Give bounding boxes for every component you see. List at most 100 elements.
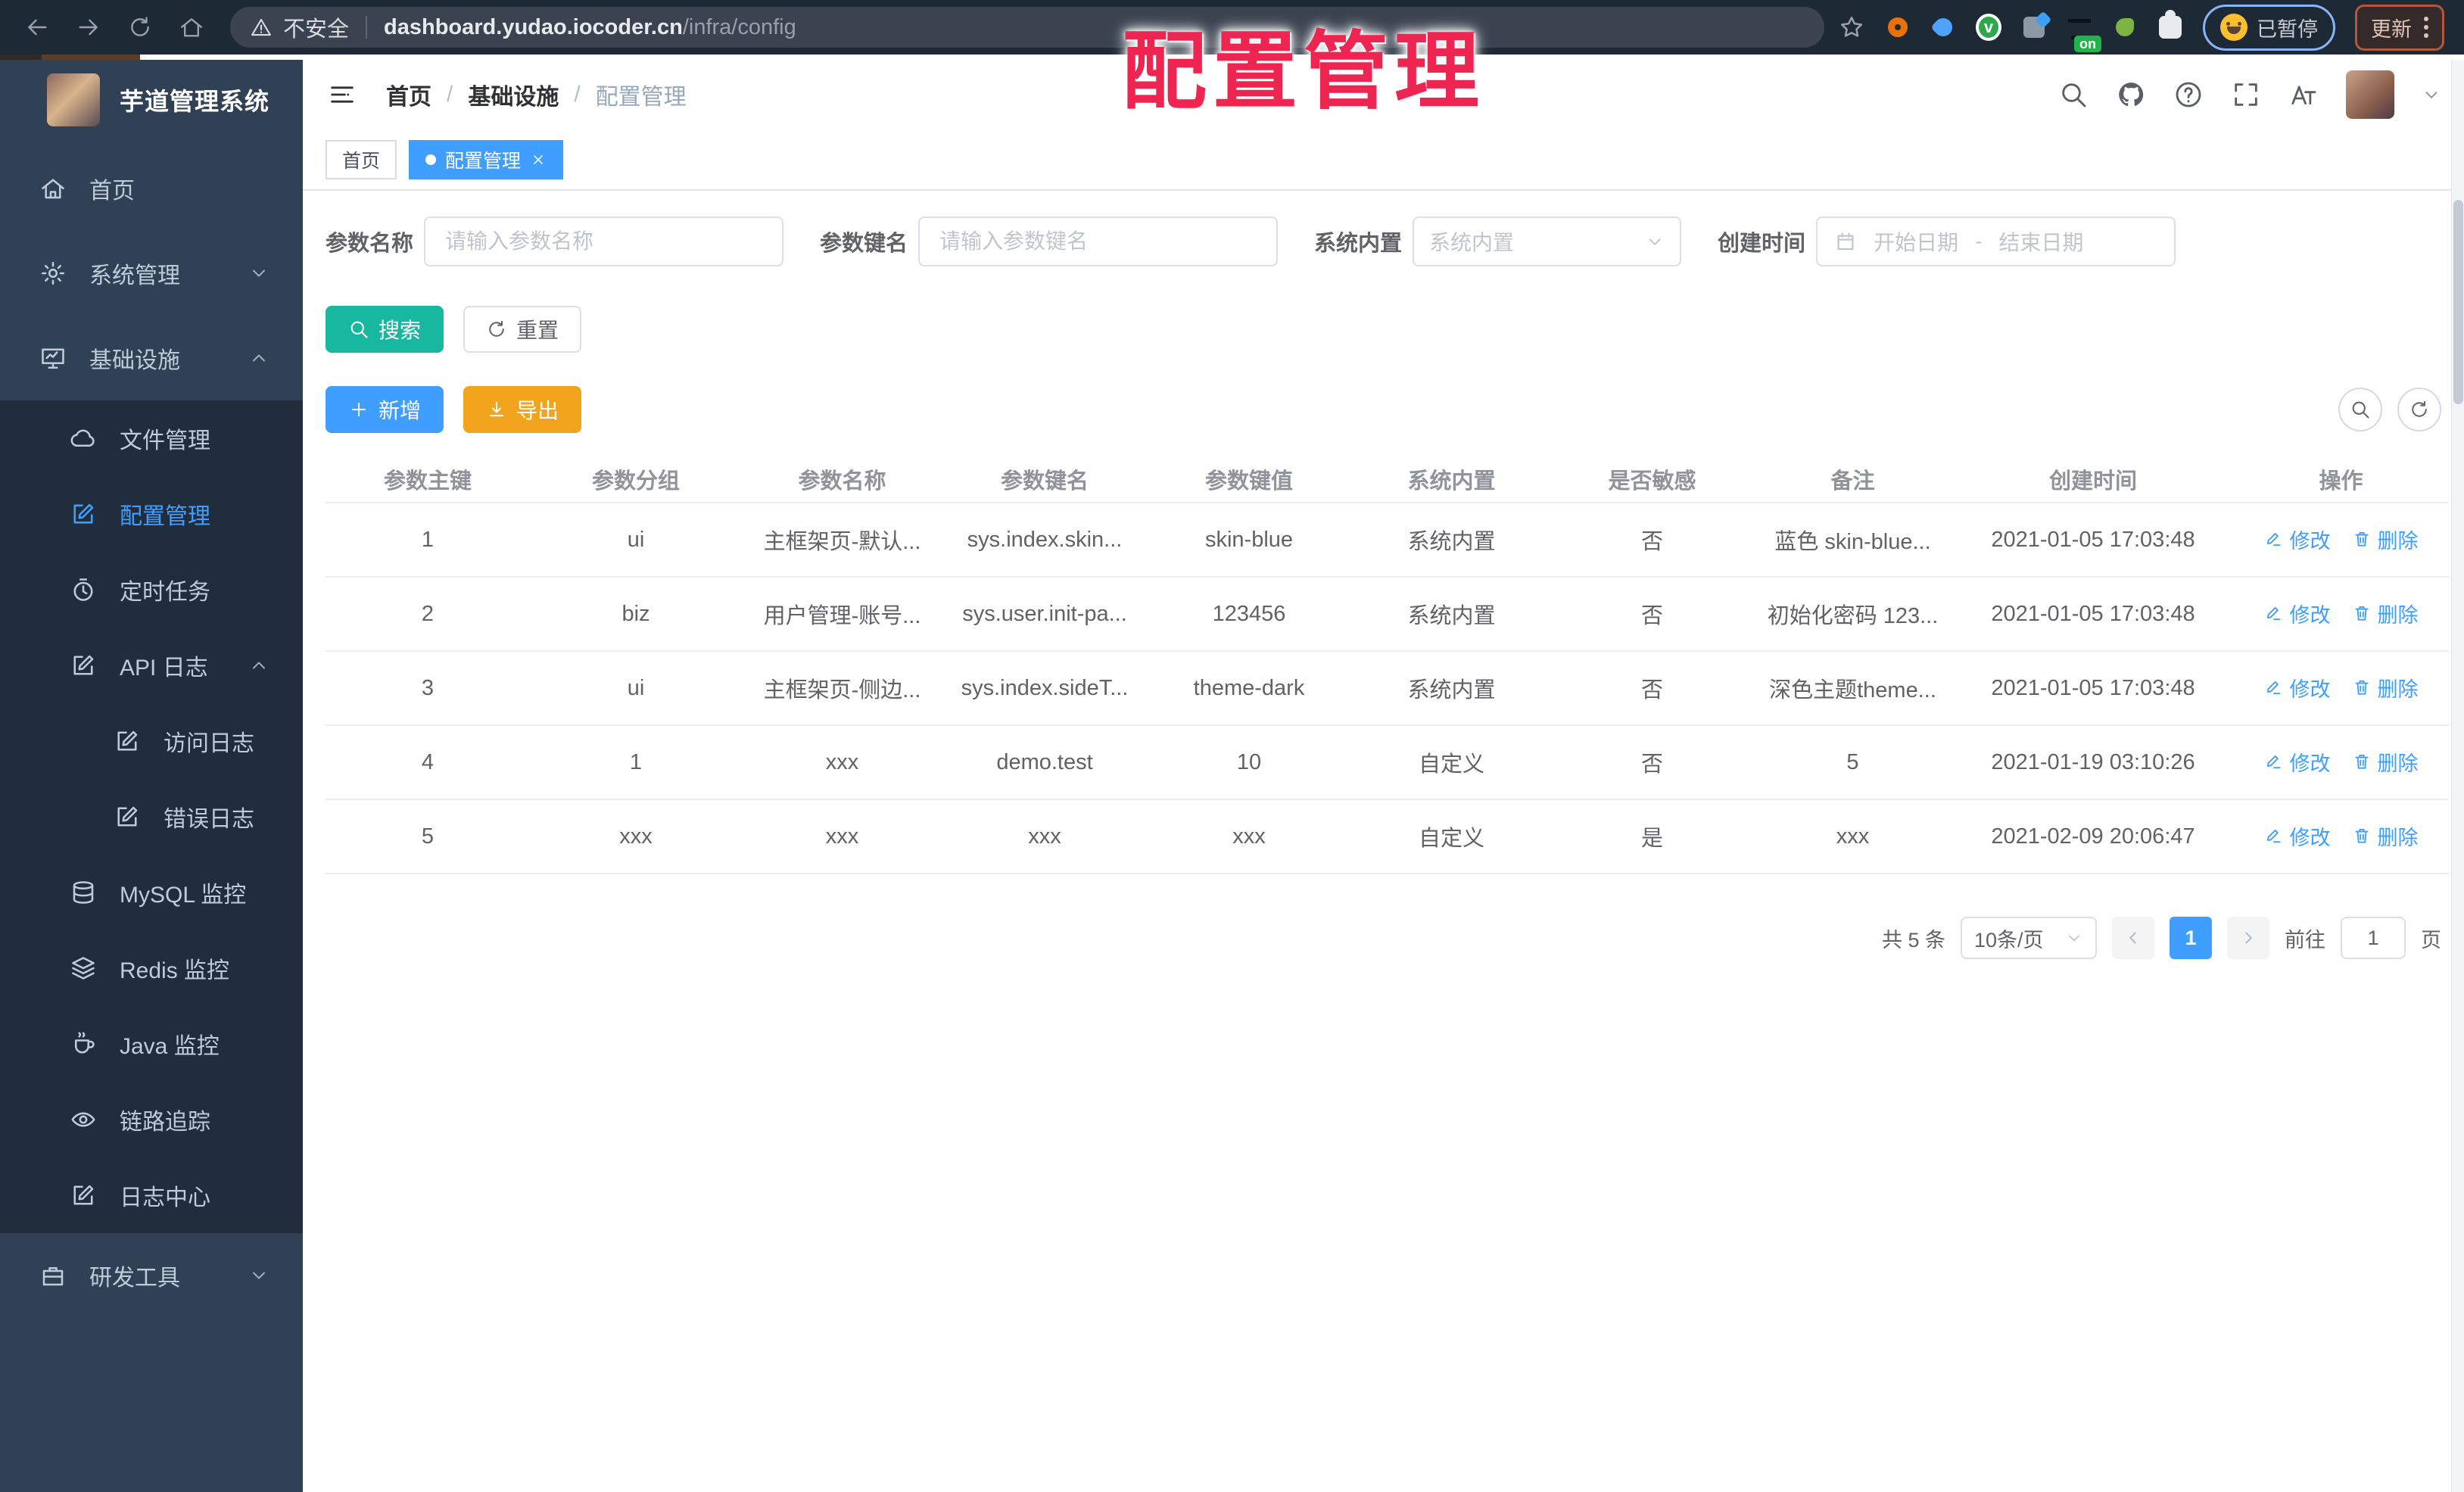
current-page-button[interactable]: 1 [2170, 917, 2212, 959]
page-size-select[interactable]: 10条/页 [1961, 917, 2097, 959]
table-cell: 1 [326, 503, 530, 578]
extension-puzzle-icon[interactable] [2157, 10, 2183, 40]
forward-icon [79, 19, 98, 36]
github-icon[interactable] [2116, 79, 2146, 110]
prev-page-button[interactable] [2112, 917, 2154, 959]
close-icon[interactable] [530, 151, 547, 168]
extension-on-badge-icon[interactable]: on [2067, 14, 2101, 52]
breadcrumb-item[interactable]: 基础设施 [468, 78, 559, 111]
row-delete-button[interactable]: 删除 [2352, 525, 2419, 554]
pagination: 共 5 条 10条/页 1 前往 页 [326, 917, 2441, 989]
sidebar-item-dev-tool[interactable]: 研发工具 [0, 1233, 303, 1318]
goto-page-input[interactable] [2341, 917, 2406, 959]
table-cell: 否 [1552, 651, 1752, 726]
sidebar-collapse-button[interactable] [326, 78, 359, 111]
reset-button[interactable]: 重置 [463, 306, 582, 353]
column-header: 操作 [2233, 456, 2449, 503]
date-start-placeholder: 开始日期 [1874, 231, 1959, 254]
tab-config[interactable]: 配置管理 [409, 139, 564, 179]
sidebar-item-mysql[interactable]: MySQL 监控 [0, 855, 303, 930]
calendar-icon [1837, 232, 1854, 251]
next-page-button[interactable] [2227, 917, 2269, 959]
sidebar-item-job[interactable]: 定时任务 [0, 552, 303, 628]
forward-button[interactable] [71, 10, 106, 45]
sidebar-item-error-log[interactable]: 错误日志 [0, 779, 303, 855]
sidebar-item-java[interactable]: Java 监控 [0, 1006, 303, 1082]
add-button[interactable]: 新增 [326, 386, 444, 433]
extension-pin-icon[interactable] [1930, 14, 1956, 40]
column-header: 参数键名 [942, 456, 1147, 503]
date-range-picker[interactable]: 开始日期 - 结束日期 [1816, 216, 2176, 266]
sidebar-item-home[interactable]: 首页 [0, 146, 303, 231]
user-avatar[interactable] [2346, 70, 2394, 119]
table-cell: 是 [1552, 799, 1752, 874]
export-button[interactable]: 导出 [463, 386, 582, 433]
sidebar-item-config[interactable]: 配置管理 [0, 476, 303, 552]
scrollbar-thumb[interactable] [2453, 200, 2463, 404]
extension-sprout-icon[interactable] [2112, 14, 2138, 40]
back-button[interactable] [20, 10, 55, 45]
sidebar-item-api-log[interactable]: API 日志 [0, 628, 303, 703]
sidebar-item-access-log[interactable]: 访问日志 [0, 703, 303, 779]
extension-orange-icon[interactable] [1885, 14, 1911, 40]
extension-bluegray-icon[interactable] [2021, 14, 2047, 40]
edit-label: 修改 [2289, 529, 2331, 553]
row-delete-button[interactable]: 删除 [2352, 747, 2419, 777]
row-edit-button[interactable]: 修改 [2264, 673, 2331, 702]
bookmark-star-icon[interactable] [1838, 14, 1865, 41]
paused-badge[interactable]: 已暂停 [2203, 4, 2335, 51]
sidebar-item-infra[interactable]: 基础设施 [0, 316, 303, 400]
chevron-down-icon[interactable] [2422, 85, 2441, 104]
row-edit-button[interactable]: 修改 [2264, 525, 2331, 554]
param-name-input[interactable] [424, 216, 784, 266]
param-key-input[interactable] [918, 216, 1279, 266]
help-icon[interactable] [2173, 79, 2204, 110]
refresh-table-button[interactable] [2397, 388, 2441, 431]
sidebar-item-system[interactable]: 系统管理 [0, 231, 303, 316]
row-edit-button[interactable]: 修改 [2264, 821, 2331, 851]
toggle-search-button[interactable] [2338, 388, 2382, 431]
sidebar-item-file[interactable]: 文件管理 [0, 400, 303, 476]
refresh-icon [489, 320, 504, 337]
date-separator: - [1975, 229, 1983, 253]
annotation-title: 配置管理 [1122, 24, 1485, 119]
home-button[interactable] [174, 10, 209, 45]
extension-green-check-icon[interactable]: v [1976, 14, 2001, 41]
case-icon [42, 1266, 64, 1286]
tab-home[interactable]: 首页 [326, 139, 397, 179]
edit-icon [2266, 830, 2281, 843]
table-cell: 2021-01-05 17:03:48 [1953, 651, 2233, 726]
row-delete-button[interactable]: 删除 [2352, 821, 2419, 851]
row-delete-button[interactable]: 删除 [2352, 599, 2419, 628]
search-button[interactable]: 搜索 [326, 306, 444, 353]
breadcrumb: 首页 / 基础设施 / 配置管理 [386, 78, 687, 111]
param-key-label: 参数键名 [820, 232, 908, 256]
page-scrollbar[interactable] [2451, 60, 2464, 1492]
fullscreen-icon[interactable] [2231, 79, 2261, 110]
font-size-icon[interactable] [2288, 79, 2319, 110]
row-delete-button[interactable]: 删除 [2352, 673, 2419, 702]
table-cell: xxx [942, 799, 1147, 874]
sidebar-item-redis[interactable]: Redis 监控 [0, 930, 303, 1006]
security-label: 不安全 [283, 17, 350, 42]
table-actions-cell: 修改 删除 [2233, 651, 2449, 726]
system-type-select[interactable]: 系统内置 [1413, 216, 1682, 266]
search-icon[interactable] [2058, 79, 2089, 110]
filter-type-group: 系统内置 系统内置 [1314, 216, 1682, 266]
goto-label: 前往 [2285, 928, 2325, 952]
address-divider [366, 16, 368, 39]
row-edit-button[interactable]: 修改 [2264, 599, 2331, 628]
breadcrumb-item[interactable]: 首页 [386, 78, 431, 111]
table-cell: 10 [1147, 725, 1351, 800]
row-edit-button[interactable]: 修改 [2264, 747, 2331, 777]
param-name-label: 参数名称 [326, 232, 414, 256]
monitor-icon [42, 348, 64, 369]
sidebar-item-trace[interactable]: 链路追踪 [0, 1082, 303, 1157]
java-icon [74, 1032, 95, 1054]
reload-button[interactable] [123, 10, 157, 45]
sidebar-item-log-center[interactable]: 日志中心 [0, 1157, 303, 1233]
update-button[interactable]: 更新 [2355, 4, 2444, 51]
kebab-menu-icon[interactable] [2424, 17, 2428, 38]
address-bar[interactable]: 不安全 dashboard.yudao.iocoder.cn/infra/con… [230, 7, 1824, 48]
table-cell: demo.test [942, 725, 1147, 800]
